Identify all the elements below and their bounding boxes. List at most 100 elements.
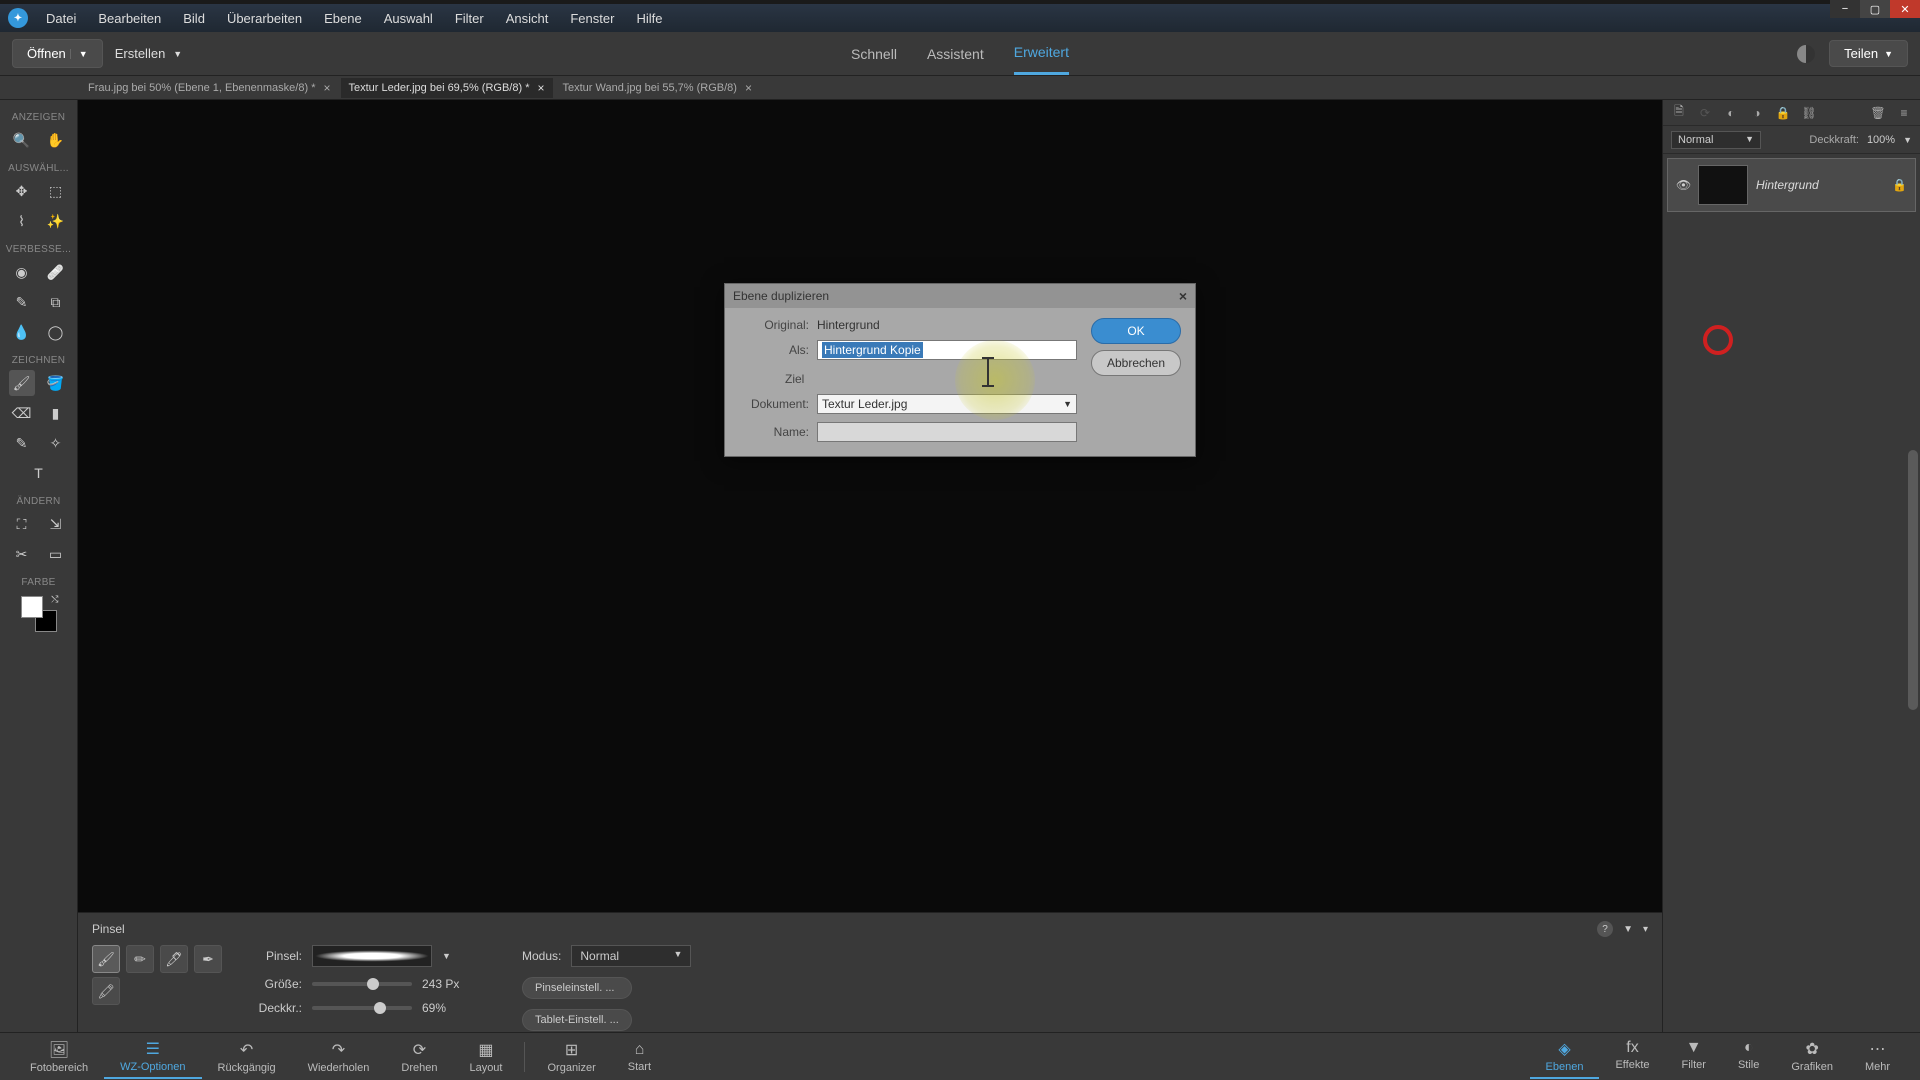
menu-ebene[interactable]: Ebene xyxy=(314,7,372,30)
shape-tool[interactable]: ✧ xyxy=(43,430,69,456)
chevron-down-icon[interactable]: ▾ xyxy=(1643,924,1648,935)
doctab[interactable]: Frau.jpg bei 50% (Ebene 1, Ebenenmaske/8… xyxy=(80,78,339,98)
layer-name[interactable]: Hintergrund xyxy=(1756,178,1819,192)
spot-heal-tool[interactable]: 🩹 xyxy=(43,259,69,285)
dialog-titlebar[interactable]: Ebene duplizieren × xyxy=(725,284,1195,308)
opacity-value[interactable]: 100% xyxy=(1867,134,1895,146)
lock-icon[interactable]: 🔒 xyxy=(1775,105,1791,121)
bt-start[interactable]: ⌂Start xyxy=(612,1037,667,1077)
help-icon[interactable]: ? xyxy=(1597,921,1613,937)
size-value[interactable]: 243 Px xyxy=(422,977,459,991)
blend-mode-select[interactable]: Normal ▼ xyxy=(571,945,691,967)
hand-tool[interactable]: ✋ xyxy=(43,127,69,153)
share-button[interactable]: Teilen ▼ xyxy=(1829,40,1908,67)
content-move-tool[interactable]: ✂ xyxy=(9,541,35,567)
foreground-color[interactable] xyxy=(21,596,43,618)
bt-stile[interactable]: ◐Stile xyxy=(1722,1035,1775,1079)
paint-bucket-tool[interactable]: 🪣 xyxy=(43,370,69,396)
bt-ebenen[interactable]: ◈Ebenen xyxy=(1530,1035,1600,1079)
eraser-tool[interactable]: ⌫ xyxy=(9,400,35,426)
chevron-down-icon[interactable]: ▼ xyxy=(1623,924,1633,935)
text-tool[interactable]: T xyxy=(26,460,52,486)
close-icon[interactable]: × xyxy=(537,81,544,95)
swap-colors-icon[interactable]: ⤭ xyxy=(51,594,58,605)
bt-drehen[interactable]: ⟳Drehen xyxy=(385,1036,453,1078)
adjustment-icon[interactable]: ◑ xyxy=(1749,105,1765,121)
vertical-scrollbar[interactable] xyxy=(1908,450,1918,710)
brush-variant-3[interactable]: 🖊 xyxy=(160,945,188,973)
menu-auswahl[interactable]: Auswahl xyxy=(374,7,443,30)
name-input[interactable] xyxy=(817,422,1077,442)
smart-brush-tool[interactable]: ✎ xyxy=(9,289,35,315)
brush-variant-5[interactable]: 🖍 xyxy=(92,977,120,1005)
create-button[interactable]: Erstellen ▼ xyxy=(115,46,183,61)
doctab[interactable]: Textur Leder.jpg bei 69,5% (RGB/8) * × xyxy=(341,78,553,98)
eyedropper-tool[interactable]: ✎ xyxy=(9,430,35,456)
redeye-tool[interactable]: ◉ xyxy=(9,259,35,285)
bt-effekte[interactable]: fxEffekte xyxy=(1599,1035,1665,1079)
brush-preview[interactable] xyxy=(312,945,432,967)
brush-variant-1[interactable]: 🖌 xyxy=(92,945,120,973)
mode-assistent[interactable]: Assistent xyxy=(927,32,984,75)
new-group-icon[interactable]: ⟳ xyxy=(1697,105,1713,121)
layer-item[interactable]: 👁 Hintergrund 🔒 xyxy=(1667,158,1916,212)
crop-tool[interactable]: ⛶ xyxy=(9,511,35,537)
gradient-tool[interactable]: ▮ xyxy=(43,400,69,426)
tablet-settings-button[interactable]: Tablet-Einstell. ... xyxy=(522,1009,632,1031)
new-layer-icon[interactable]: 🗎 xyxy=(1671,105,1687,121)
blur-tool[interactable]: 💧 xyxy=(9,319,35,345)
menu-ansicht[interactable]: Ansicht xyxy=(496,7,559,30)
open-button[interactable]: Öffnen ▼ xyxy=(12,39,103,68)
link-icon[interactable]: ⛓ xyxy=(1801,105,1817,121)
window-maximize-button[interactable]: ▢ xyxy=(1860,0,1890,18)
bt-grafiken[interactable]: ✿Grafiken xyxy=(1775,1035,1849,1079)
window-close-button[interactable]: ✕ xyxy=(1890,0,1920,18)
bt-fotobereich[interactable]: 🖼Fotobereich xyxy=(14,1036,104,1078)
bt-layout[interactable]: ▦Layout xyxy=(453,1036,518,1078)
brush-tool[interactable]: 🖌 xyxy=(9,370,35,396)
trash-icon[interactable]: 🗑 xyxy=(1870,105,1886,121)
bt-filter[interactable]: ▼Filter xyxy=(1666,1035,1722,1079)
brush-settings-button[interactable]: Pinseleinstell. ... xyxy=(522,977,632,999)
theme-toggle-icon[interactable] xyxy=(1797,45,1815,63)
menu-datei[interactable]: Datei xyxy=(36,7,86,30)
mode-schnell[interactable]: Schnell xyxy=(851,32,897,75)
bt-mehr[interactable]: ⋯Mehr xyxy=(1849,1035,1906,1079)
mode-erweitert[interactable]: Erweitert xyxy=(1014,32,1069,75)
lasso-tool[interactable]: ⌇ xyxy=(9,208,35,234)
visibility-icon[interactable]: 👁 xyxy=(1676,178,1690,192)
cancel-button[interactable]: Abbrechen xyxy=(1091,350,1181,376)
opacity-slider[interactable] xyxy=(312,1006,412,1010)
menu-bearbeiten[interactable]: Bearbeiten xyxy=(88,7,171,30)
menu-ueberarbeiten[interactable]: Überarbeiten xyxy=(217,7,312,30)
doctab[interactable]: Textur Wand.jpg bei 55,7% (RGB/8) × xyxy=(555,78,760,98)
mask-icon[interactable]: ◐ xyxy=(1723,105,1739,121)
panel-menu-icon[interactable]: ≡ xyxy=(1896,105,1912,121)
ok-button[interactable]: OK xyxy=(1091,318,1181,344)
clone-tool[interactable]: ⧉ xyxy=(43,289,69,315)
close-icon[interactable]: × xyxy=(745,81,752,95)
color-swatch[interactable]: ⤭ xyxy=(21,596,57,632)
window-minimize-button[interactable]: − xyxy=(1830,0,1860,18)
zoom-tool[interactable]: 🔍 xyxy=(9,127,35,153)
close-icon[interactable]: × xyxy=(323,81,330,95)
brush-variant-4[interactable]: ✒ xyxy=(194,945,222,973)
move-tool[interactable]: ✥ xyxy=(9,178,35,204)
marquee-tool[interactable]: ⬚ xyxy=(43,178,69,204)
bt-rueckgaengig[interactable]: ↶Rückgängig xyxy=(202,1036,292,1078)
menu-fenster[interactable]: Fenster xyxy=(560,7,624,30)
bt-wiederholen[interactable]: ↷Wiederholen xyxy=(292,1036,386,1078)
straighten-tool[interactable]: ▭ xyxy=(43,541,69,567)
chevron-down-icon[interactable]: ▼ xyxy=(70,49,88,59)
as-input[interactable]: Hintergrund Kopie xyxy=(817,340,1077,360)
brush-variant-2[interactable]: ✏ xyxy=(126,945,154,973)
wand-tool[interactable]: ✨ xyxy=(43,208,69,234)
recompose-tool[interactable]: ⇲ xyxy=(43,511,69,537)
lock-icon[interactable]: 🔒 xyxy=(1892,178,1907,192)
size-slider[interactable] xyxy=(312,982,412,986)
opacity-value[interactable]: 69% xyxy=(422,1001,446,1015)
chevron-down-icon[interactable]: ▼ xyxy=(442,951,451,961)
document-select[interactable]: Textur Leder.jpg ▼ xyxy=(817,394,1077,414)
close-icon[interactable]: × xyxy=(1179,288,1187,304)
menu-bild[interactable]: Bild xyxy=(173,7,215,30)
